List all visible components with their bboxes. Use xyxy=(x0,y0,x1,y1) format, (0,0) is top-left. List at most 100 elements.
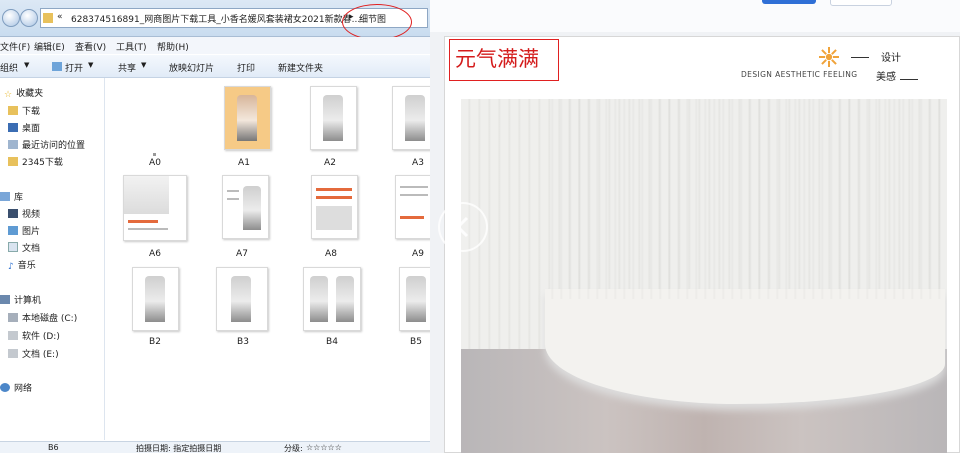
nav-music[interactable]: ♪ 音乐 xyxy=(8,259,36,273)
file-thumbnail-b5[interactable] xyxy=(399,267,430,331)
chevron-left-icon xyxy=(455,216,469,238)
rating-stars[interactable]: ☆☆☆☆☆ xyxy=(306,443,342,452)
address-path[interactable]: 628374516891_网商图片下载工具_小香名媛风套装裙女2021新款春..… xyxy=(71,12,360,25)
download-folder-icon xyxy=(8,106,18,115)
nav-2345-download[interactable]: 2345下载 xyxy=(8,156,63,170)
organize-button[interactable]: 组织 xyxy=(0,61,18,74)
print-button[interactable]: 打印 xyxy=(237,61,255,74)
nav-drive-e[interactable]: 文档 (E:) xyxy=(8,348,59,362)
nav-computer[interactable]: 计算机 xyxy=(0,294,41,308)
rating-label: 分级: xyxy=(284,444,303,453)
open-dropdown-icon: ▼ xyxy=(88,61,94,69)
red-circle-annotation xyxy=(342,4,412,40)
back-button[interactable] xyxy=(2,9,20,27)
nav-network[interactable]: 网络 xyxy=(0,382,32,396)
file-label-a6[interactable]: A6 xyxy=(135,249,175,259)
pictures-icon xyxy=(8,226,18,235)
file-label-b4[interactable]: B4 xyxy=(312,337,352,347)
computer-icon xyxy=(0,295,10,304)
empty-thumbnail-marker xyxy=(153,153,156,156)
forward-button[interactable] xyxy=(20,9,38,27)
previous-image-button[interactable] xyxy=(438,202,488,252)
design-english-label: DESIGN AESTHETIC FEELING xyxy=(741,70,858,79)
menu-help[interactable]: 帮助(H) xyxy=(157,40,189,53)
menu-bar: 文件(F) 编辑(E) 查看(V) 工具(T) 帮助(H) xyxy=(0,37,430,54)
primary-action-button[interactable] xyxy=(762,0,816,4)
desktop-icon xyxy=(8,123,18,132)
nav-library[interactable]: 库 xyxy=(0,191,23,205)
file-thumbnail-b4[interactable] xyxy=(303,267,361,331)
design-label: 设计 xyxy=(881,53,901,64)
navigation-pane: ☆ 收藏夹 下载 桌面 最近访问的位置 2345下载 库 视频 图片 文档 ♪ 音乐… xyxy=(0,78,105,440)
file-thumbnail-b3[interactable] xyxy=(216,267,268,331)
organize-dropdown-icon: ▼ xyxy=(24,61,30,69)
slogan-title: 元气满满 xyxy=(455,47,539,71)
recent-places-icon xyxy=(8,140,18,149)
viewer-top-bar xyxy=(430,0,960,32)
file-label-a9[interactable]: A9 xyxy=(403,249,430,259)
star-icon: ☆ xyxy=(4,90,13,100)
menu-view[interactable]: 查看(V) xyxy=(75,40,106,53)
image-viewer: 元气满满 设计 DESIGN AESTHETIC FEELING 美感 xyxy=(430,0,960,453)
decor-line xyxy=(851,57,869,58)
documents-icon xyxy=(8,242,18,252)
date-taken-field[interactable]: 拍摄日期: 指定拍摄日期 xyxy=(136,443,221,453)
file-label-b5[interactable]: B5 xyxy=(401,337,430,347)
file-thumbnail-a3[interactable] xyxy=(392,86,430,150)
share-dropdown-icon: ▼ xyxy=(141,61,147,69)
file-label-b2[interactable]: B2 xyxy=(135,337,175,347)
nav-downloads[interactable]: 下载 xyxy=(8,105,40,119)
address-bar-area: « 628374516891_网商图片下载工具_小香名媛风套装裙女2021新款春… xyxy=(0,0,430,40)
file-label-a8[interactable]: A8 xyxy=(311,249,351,259)
drive-icon xyxy=(8,313,18,322)
decor-line xyxy=(900,79,918,80)
file-label-a7[interactable]: A7 xyxy=(222,249,262,259)
video-icon xyxy=(8,209,18,218)
file-explorer-window: « 628374516891_网商图片下载工具_小香名媛风套装裙女2021新款春… xyxy=(0,0,430,453)
file-thumbnail-b2[interactable] xyxy=(132,267,179,331)
beauty-label: 美感 xyxy=(876,72,896,83)
folder-icon xyxy=(43,13,53,23)
open-icon xyxy=(52,62,62,71)
folder-icon xyxy=(8,157,18,166)
drive-icon xyxy=(8,349,18,358)
nav-drive-c[interactable]: 本地磁盘 (C:) xyxy=(8,312,77,326)
new-folder-button[interactable]: 新建文件夹 xyxy=(278,61,323,74)
file-label-b3[interactable]: B3 xyxy=(223,337,263,347)
nav-recent-places[interactable]: 最近访问的位置 xyxy=(8,139,85,153)
nav-pictures[interactable]: 图片 xyxy=(8,225,40,239)
menu-tools[interactable]: 工具(T) xyxy=(116,40,147,53)
file-label-a2[interactable]: A2 xyxy=(310,158,350,168)
file-thumbnail-a7[interactable] xyxy=(222,175,269,239)
file-thumbnail-a9[interactable] xyxy=(395,175,430,239)
selected-file-name: B6 xyxy=(48,443,59,452)
address-prefix: « xyxy=(57,12,63,22)
menu-file[interactable]: 文件(F) xyxy=(0,40,30,53)
secondary-action-button[interactable] xyxy=(830,0,892,6)
file-thumbnail-a6[interactable] xyxy=(123,175,187,241)
slideshow-button[interactable]: 放映幻灯片 xyxy=(169,61,214,74)
network-icon xyxy=(0,383,10,392)
file-thumbnail-a2[interactable] xyxy=(310,86,357,150)
nav-drive-d[interactable]: 软件 (D:) xyxy=(8,330,60,344)
details-pane: B6 拍摄日期: 指定拍摄日期 分级: ☆☆☆☆☆ xyxy=(0,441,430,453)
nav-documents[interactable]: 文档 xyxy=(8,242,40,256)
file-list: A0 A1 A2 A3 A6 A7 A8 A9 B2 B3 B4 B5 xyxy=(105,78,430,440)
product-detail-image: 元气满满 设计 DESIGN AESTHETIC FEELING 美感 xyxy=(444,36,960,453)
fabric-closeup-photo xyxy=(461,99,947,453)
file-label-a1[interactable]: A1 xyxy=(224,158,264,168)
music-icon: ♪ xyxy=(8,262,14,272)
share-button[interactable]: 共享 xyxy=(118,61,136,74)
file-label-a3[interactable]: A3 xyxy=(403,158,430,168)
command-toolbar: 组织 ▼ 打开 ▼ 共享 ▼ 放映幻灯片 打印 新建文件夹 xyxy=(0,55,430,78)
file-thumbnail-a8[interactable] xyxy=(311,175,358,239)
menu-edit[interactable]: 编辑(E) xyxy=(34,40,65,53)
nav-favorites[interactable]: ☆ 收藏夹 xyxy=(4,87,43,101)
open-button[interactable]: 打开 xyxy=(65,61,83,74)
drive-icon xyxy=(8,331,18,340)
file-thumbnail-a1[interactable] xyxy=(224,86,271,150)
library-icon xyxy=(0,192,10,201)
nav-desktop[interactable]: 桌面 xyxy=(8,122,40,136)
file-label-a0[interactable]: A0 xyxy=(135,158,175,168)
nav-videos[interactable]: 视频 xyxy=(8,208,40,222)
